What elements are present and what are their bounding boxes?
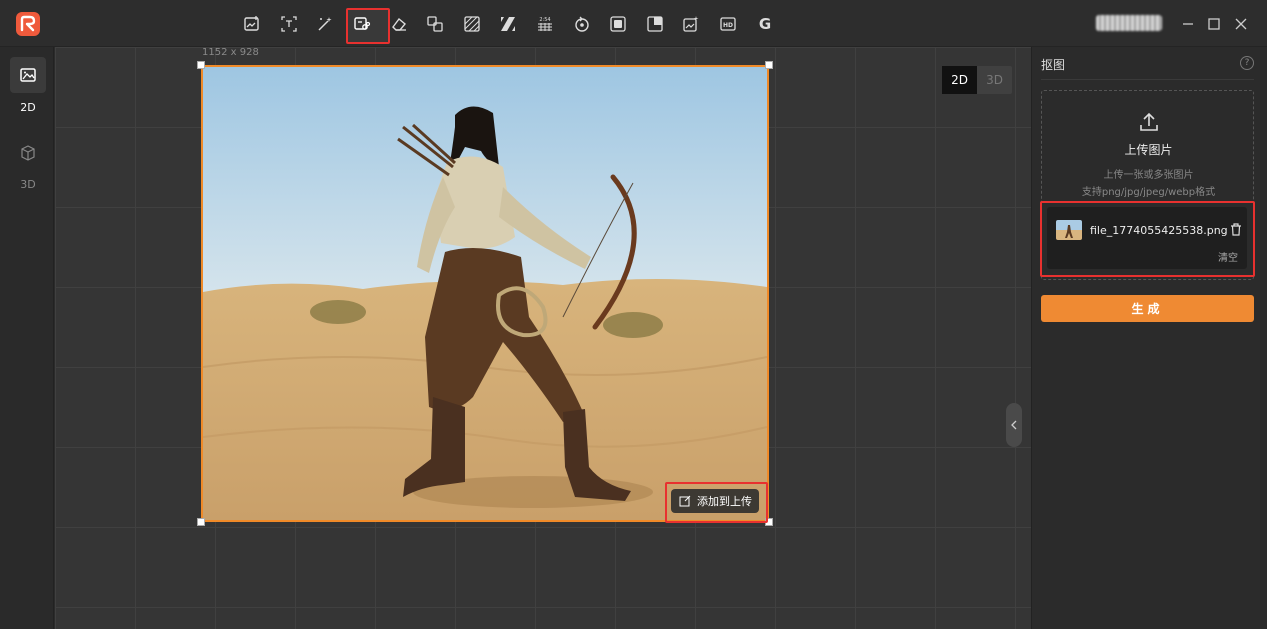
canvas-image[interactable] (201, 65, 769, 522)
collapse-panel-button[interactable] (1006, 403, 1022, 447)
app-window: 2:54 HD G 2D 3D 1152 x 928 添加到上传 2D 3D 抠… (0, 0, 1267, 629)
resize-handle-top-left[interactable] (197, 61, 205, 69)
help-icon[interactable]: ? (1240, 56, 1254, 70)
upload-icon (1140, 112, 1158, 131)
right-panel: 抠图 ? 上传图片 上传一张或多张图片 支持png/jpg/jpeg/webp格… (1031, 47, 1267, 629)
rotate-view-icon[interactable] (563, 8, 600, 40)
image-sparkle-icon[interactable] (673, 8, 710, 40)
image-icon (10, 57, 46, 93)
help-label: ? (1244, 58, 1250, 68)
magic-wand-icon[interactable] (307, 8, 344, 40)
clear-button[interactable]: 清空 (1218, 249, 1238, 264)
image-dimensions: 1152 x 928 (202, 47, 259, 58)
title-bar: 2:54 HD G (0, 0, 1267, 47)
mode-2d-button[interactable]: 2D (942, 66, 977, 94)
user-name-blurred[interactable] (1096, 15, 1162, 31)
sidebar-item-3d[interactable]: 3D (10, 135, 46, 191)
add-to-upload-label: 添加到上传 (697, 495, 752, 508)
generate-button[interactable]: 生成 (1041, 295, 1254, 322)
cube-icon (10, 135, 46, 171)
view-mode-toggle: 2D 3D (942, 66, 1012, 94)
replace-icon[interactable] (417, 8, 454, 40)
panel-title: 抠图 (1041, 58, 1066, 72)
layers-icon[interactable] (600, 8, 637, 40)
canvas-area[interactable]: 1152 x 928 添加到上传 2D 3D (55, 47, 1031, 629)
minimize-icon[interactable] (1178, 14, 1198, 34)
aspect-ratio-icon[interactable]: 2:54 (527, 8, 564, 40)
sidebar-item-2d[interactable]: 2D (10, 57, 46, 114)
add-to-upload-button[interactable]: 添加到上传 (671, 489, 759, 513)
g-logo-icon[interactable]: G (746, 8, 783, 40)
hd-icon[interactable]: HD (710, 8, 747, 40)
stripes-icon[interactable] (490, 8, 527, 40)
resize-handle-top-right[interactable] (765, 61, 773, 69)
mode-3d-button[interactable]: 3D (977, 66, 1012, 94)
file-thumbnail (1056, 220, 1082, 240)
text-recognize-icon[interactable] (271, 8, 308, 40)
panel-divider (1041, 79, 1254, 80)
upload-hint-count: 上传一张或多张图片 (1103, 170, 1194, 181)
texture-icon[interactable] (454, 8, 491, 40)
file-name: file_1774055425538.png (1090, 224, 1228, 237)
uploaded-file-card[interactable]: file_1774055425538.png 清空 (1047, 207, 1247, 269)
hd-label: HD (723, 22, 733, 29)
image-edit-icon[interactable] (234, 8, 271, 40)
upload-hint-formats: 支持png/jpg/jpeg/webp格式 (1081, 187, 1216, 198)
maximize-icon[interactable] (1204, 14, 1224, 34)
edit-icon (679, 495, 691, 507)
left-sidebar: 2D 3D (0, 47, 54, 629)
cutout-icon[interactable] (344, 8, 390, 44)
close-icon[interactable] (1231, 14, 1251, 34)
chevron-left-icon (1011, 420, 1017, 430)
upload-title: 上传图片 (1124, 143, 1173, 157)
crop-icon[interactable] (637, 8, 674, 40)
aspect-ratio-label: 2:54 (539, 17, 550, 23)
archer-photo (203, 67, 767, 520)
trash-icon[interactable] (1230, 223, 1242, 236)
g-label: G (758, 15, 770, 33)
eraser-icon[interactable] (380, 8, 417, 40)
resize-handle-bottom-left[interactable] (197, 518, 205, 526)
sidebar-label-3d: 3D (20, 178, 36, 191)
toolbar: 2:54 HD G (234, 8, 783, 44)
app-logo-icon (16, 12, 40, 36)
sidebar-label-2d: 2D (20, 101, 36, 114)
